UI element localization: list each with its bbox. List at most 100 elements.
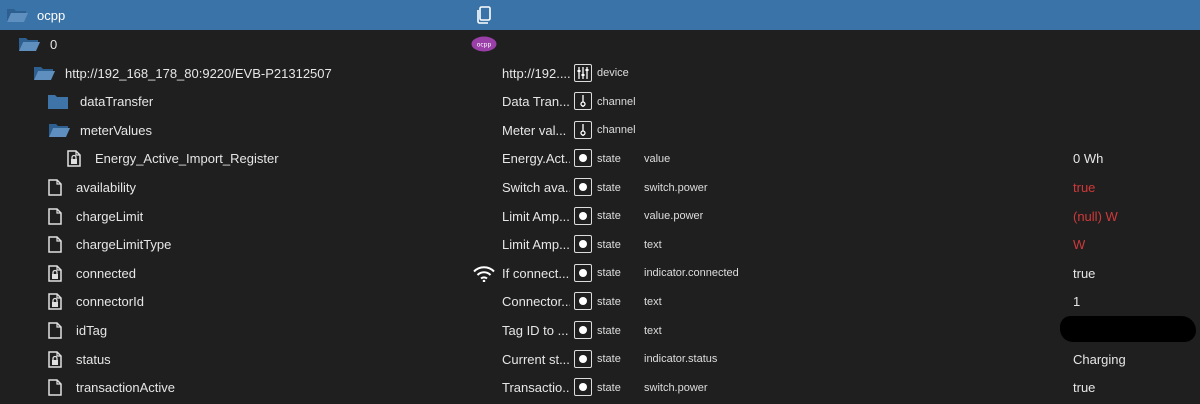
object-type: channel <box>597 124 636 137</box>
object-name: availability <box>76 180 136 195</box>
folder-icon[interactable] <box>48 93 68 110</box>
object-type: channel <box>597 95 636 108</box>
state-type-icon[interactable] <box>574 263 592 282</box>
tree-row-energy[interactable]: Energy_Active_Import_Register Energy.Act.… <box>0 144 1200 173</box>
tree-row-meterValues[interactable]: meterValues Meter val... channel <box>0 116 1200 145</box>
object-description: Switch ava... <box>502 180 570 195</box>
object-name: connected <box>76 265 136 281</box>
object-value[interactable]: (null) W <box>1073 202 1118 231</box>
object-name: transactionActive <box>76 380 175 396</box>
object-type: state <box>597 353 621 366</box>
file-icon[interactable] <box>48 322 62 339</box>
object-role: indicator.status <box>644 353 718 366</box>
object-name: 0 <box>50 37 58 52</box>
tree-row-transactionActive[interactable]: transactionActive Transactio... state switc… <box>0 373 1200 402</box>
locked-file-icon[interactable] <box>48 293 62 311</box>
object-description: Tag ID to ... <box>502 323 569 338</box>
object-description: Data Tran... <box>502 94 570 110</box>
object-description: Connector... <box>502 294 570 310</box>
object-role: value <box>644 152 671 165</box>
state-type-icon[interactable] <box>574 149 592 168</box>
object-value[interactable]: Charging <box>1073 345 1126 374</box>
object-role: switch.power <box>644 381 708 394</box>
state-type-icon[interactable] <box>574 178 592 196</box>
copy-icon[interactable] <box>476 6 492 24</box>
object-name: chargeLimitType <box>76 237 172 253</box>
object-description: If connect... <box>502 265 570 281</box>
object-value[interactable]: W <box>1073 230 1085 259</box>
file-icon[interactable] <box>48 179 62 196</box>
object-description: http://192.... <box>502 65 570 81</box>
object-name: chargeLimit <box>76 208 144 224</box>
tree-row-connectorId[interactable]: connectorId Connector... state text 1 <box>0 287 1200 316</box>
locked-file-icon[interactable] <box>48 350 62 368</box>
object-name: idTag <box>76 323 108 338</box>
redacted-value <box>1060 316 1196 342</box>
object-role: switch.power <box>644 181 708 194</box>
object-description: Limit Amp... <box>502 208 570 224</box>
object-description: Energy.Act... <box>502 151 570 167</box>
object-name: http://192_168_178_80:9220/EVB-P21312507 <box>65 65 332 81</box>
folder-open-icon[interactable] <box>18 36 40 52</box>
object-name: dataTransfer <box>80 94 154 110</box>
object-description: Transactio... <box>502 380 570 396</box>
object-description: Meter val... <box>502 122 567 138</box>
object-role: indicator.connected <box>644 267 739 280</box>
tree-row-chargeLimitType[interactable]: chargeLimitType Limit Amp... state text W <box>0 230 1200 259</box>
device-type-icon[interactable] <box>574 63 592 82</box>
object-description: Current st... <box>502 351 570 367</box>
ocpp-logo-icon: ocpp <box>471 36 497 52</box>
object-type: state <box>597 238 621 251</box>
tree-row-dataTransfer[interactable]: dataTransfer Data Tran... channel <box>0 87 1200 116</box>
object-type: state <box>597 381 621 394</box>
file-icon[interactable] <box>48 207 62 225</box>
wifi-icon <box>473 266 495 282</box>
object-type: state <box>597 181 621 194</box>
object-value[interactable]: true <box>1073 373 1095 402</box>
locked-file-icon[interactable] <box>48 265 62 282</box>
folder-open-icon <box>6 7 28 23</box>
object-name: meterValues <box>80 122 153 138</box>
object-role: text <box>644 324 662 337</box>
object-name: Energy_Active_Import_Register <box>95 151 279 167</box>
svg-text:ocpp: ocpp <box>477 42 492 49</box>
tree-row-availability[interactable]: availability Switch ava... state switch.pow… <box>0 173 1200 202</box>
root-label: ocpp <box>37 7 66 23</box>
tree-row-device[interactable]: http://192_168_178_80:9220/EVB-P21312507… <box>0 59 1200 88</box>
folder-open-icon[interactable] <box>48 122 70 138</box>
object-type: state <box>597 152 621 165</box>
object-role: text <box>644 238 662 251</box>
object-type: device <box>597 67 629 80</box>
file-icon[interactable] <box>48 379 62 396</box>
object-role: text <box>644 295 662 308</box>
object-value[interactable]: true <box>1073 173 1095 202</box>
tree-header-row[interactable]: ocpp <box>0 0 1200 30</box>
object-role: value.power <box>644 210 704 223</box>
state-type-icon[interactable] <box>574 321 592 339</box>
locked-file-icon[interactable] <box>67 150 81 168</box>
tree-row-instance[interactable]: 0 ocpp <box>0 30 1200 59</box>
object-type: state <box>597 267 621 280</box>
object-type: state <box>597 210 621 223</box>
tree-row-idTag[interactable]: idTag Tag ID to ... state text <box>0 316 1200 345</box>
channel-type-icon[interactable] <box>574 120 592 139</box>
state-type-icon[interactable] <box>574 235 592 254</box>
object-value[interactable]: 1 <box>1073 287 1080 316</box>
object-name: connectorId <box>76 294 144 310</box>
state-type-icon[interactable] <box>574 206 592 225</box>
tree-row-chargeLimit[interactable]: chargeLimit Limit Amp... state value.power (… <box>0 202 1200 231</box>
channel-type-icon[interactable] <box>574 92 592 111</box>
folder-open-icon[interactable] <box>33 65 55 81</box>
object-value[interactable]: 0 Wh <box>1073 144 1103 173</box>
state-type-icon[interactable] <box>574 349 592 368</box>
state-type-icon[interactable] <box>574 378 592 397</box>
object-value[interactable]: true <box>1073 259 1095 288</box>
state-type-icon[interactable] <box>574 292 592 311</box>
object-name: status <box>76 351 111 367</box>
object-type: state <box>597 324 621 337</box>
object-description: Limit Amp... <box>502 237 570 253</box>
tree-row-status[interactable]: status Current st... state indicator.status… <box>0 345 1200 374</box>
tree-row-connected[interactable]: connected If connect... state indicator.con… <box>0 259 1200 288</box>
object-type: state <box>597 295 621 308</box>
file-icon[interactable] <box>48 236 62 253</box>
